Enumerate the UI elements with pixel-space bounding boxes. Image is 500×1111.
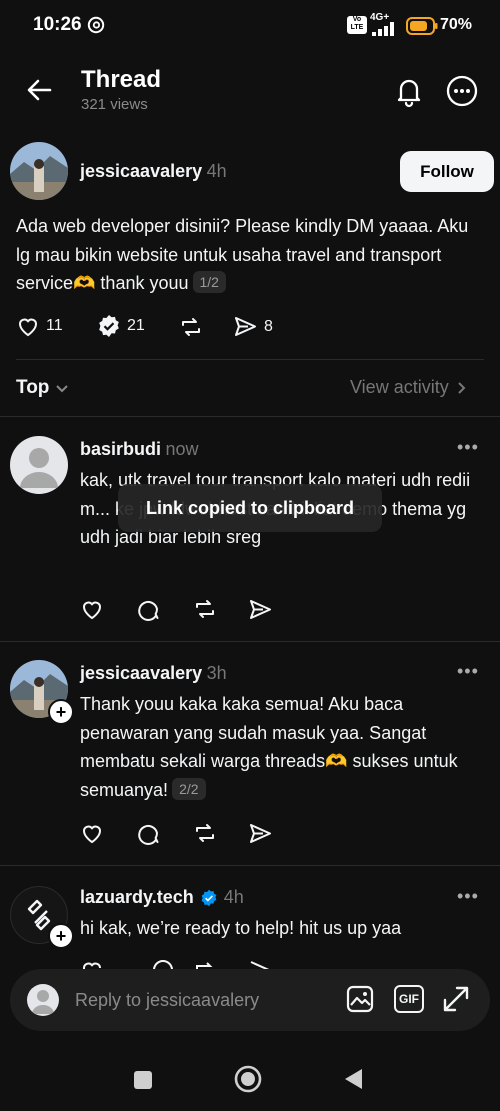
view-activity-link[interactable]: View activity xyxy=(350,377,467,398)
username[interactable]: jessicaavalery xyxy=(80,663,202,683)
verified-badge-icon xyxy=(200,889,218,907)
repost-icon xyxy=(192,820,218,846)
divider xyxy=(0,865,500,866)
triangle-back-icon xyxy=(342,1067,364,1091)
reply-body: Thank youu kaka kaka semua! Aku baca pen… xyxy=(80,690,482,804)
post-time: 4h xyxy=(206,161,227,181)
expand-button[interactable] xyxy=(441,984,471,1014)
notifications-button[interactable] xyxy=(392,74,426,108)
battery-percent: 70% xyxy=(440,16,473,33)
back-button[interactable] xyxy=(22,72,58,108)
battery-icon xyxy=(406,17,438,35)
repost-button[interactable] xyxy=(178,314,204,340)
thread-pager: 2/2 xyxy=(172,777,206,800)
comment-icon xyxy=(136,821,160,845)
sort-label: Top xyxy=(16,377,50,398)
threads-notification-icon xyxy=(87,16,105,34)
divider xyxy=(0,641,500,642)
send-icon xyxy=(248,821,273,846)
like-button[interactable] xyxy=(80,597,104,621)
gif-label: GIF xyxy=(399,992,419,1006)
reply-count: 21 xyxy=(127,317,145,334)
status-time: 10:26 xyxy=(33,14,82,35)
circle-icon xyxy=(234,1065,262,1093)
nav-recents-button[interactable] xyxy=(133,1070,153,1090)
reply-more-button[interactable]: ••• xyxy=(457,437,479,458)
reply-author-line: jessicaavalery 3h xyxy=(80,663,227,684)
divider xyxy=(0,416,500,417)
bell-icon xyxy=(392,74,426,108)
reply-time: 4h xyxy=(223,887,244,907)
post-body: Ada web developer disinii? Please kindly… xyxy=(16,212,476,298)
username[interactable]: lazuardy.tech xyxy=(80,887,194,908)
avatar[interactable] xyxy=(10,142,68,200)
sort-dropdown[interactable]: Top xyxy=(16,377,69,399)
username[interactable]: basirbudi xyxy=(80,439,161,459)
like-button[interactable] xyxy=(80,821,104,845)
reply-input[interactable]: Reply to jessicaavalery xyxy=(75,990,259,1011)
share-button[interactable]: 8 xyxy=(233,314,273,339)
username[interactable]: jessicaavalery xyxy=(80,161,202,181)
repost-button[interactable] xyxy=(192,820,218,846)
reply-text: Thank youu kaka kaka semua! Aku baca pen… xyxy=(80,694,458,800)
reply-author-line: basirbudi now xyxy=(80,439,199,460)
send-icon xyxy=(248,597,273,622)
comment-button[interactable] xyxy=(136,821,160,845)
signal-icon xyxy=(372,22,400,36)
nav-home-button[interactable] xyxy=(234,1065,262,1093)
composer-avatar xyxy=(27,984,59,1016)
view-count: 321 views xyxy=(81,96,148,113)
reply-button[interactable]: 21 xyxy=(97,314,145,338)
volte-icon: Vo LTE xyxy=(347,16,367,34)
heart-icon xyxy=(80,597,104,621)
image-icon xyxy=(345,984,375,1014)
thread-pager: 1/2 xyxy=(192,271,226,293)
like-count: 11 xyxy=(46,317,63,334)
toast-message: Link copied to clipboard xyxy=(118,484,382,532)
follow-plus-icon[interactable]: + xyxy=(48,699,74,725)
follow-plus-icon[interactable]: + xyxy=(48,923,74,949)
comment-button[interactable] xyxy=(136,597,160,621)
view-activity-label: View activity xyxy=(350,377,449,397)
heart-icon xyxy=(80,821,104,845)
like-button[interactable]: 11 xyxy=(16,314,63,338)
repost-icon xyxy=(178,314,204,340)
reply-badge-icon xyxy=(97,314,121,338)
square-icon xyxy=(133,1070,153,1090)
post-author-line: jessicaavalery 4h xyxy=(80,161,227,182)
reply-time: 3h xyxy=(206,663,227,683)
avatar[interactable] xyxy=(10,436,68,494)
gif-button[interactable]: GIF xyxy=(394,985,424,1013)
reply-more-button[interactable]: ••• xyxy=(457,661,479,682)
post-text: Ada web developer disinii? Please kindly… xyxy=(16,216,469,293)
reply-actions-partial xyxy=(80,958,280,969)
chevron-right-icon xyxy=(457,381,467,395)
heart-icon xyxy=(16,314,40,338)
status-bar: 10:26 Vo LTE 4G+ 70% xyxy=(0,0,500,52)
arrow-left-icon xyxy=(22,72,58,108)
send-icon xyxy=(233,314,258,339)
share-button[interactable] xyxy=(248,821,273,846)
comment-icon xyxy=(136,597,160,621)
reply-more-button[interactable]: ••• xyxy=(457,886,479,907)
share-count: 8 xyxy=(264,317,273,335)
page-title: Thread xyxy=(81,66,162,93)
reply-author-line: lazuardy.tech 4h xyxy=(80,887,244,908)
reply-text: hi kak, we’re ready to help! hit us up y… xyxy=(80,918,402,938)
reply-time: now xyxy=(165,439,199,459)
follow-button[interactable]: Follow xyxy=(400,151,494,192)
repost-icon xyxy=(192,596,218,622)
nav-back-button[interactable] xyxy=(342,1067,364,1091)
divider xyxy=(16,359,484,360)
expand-icon xyxy=(441,984,471,1014)
share-button[interactable] xyxy=(248,597,273,622)
more-options-button[interactable] xyxy=(445,74,479,108)
more-circle-icon xyxy=(445,74,479,108)
image-button[interactable] xyxy=(345,984,375,1014)
repost-button[interactable] xyxy=(192,596,218,622)
chevron-down-icon xyxy=(55,381,69,395)
